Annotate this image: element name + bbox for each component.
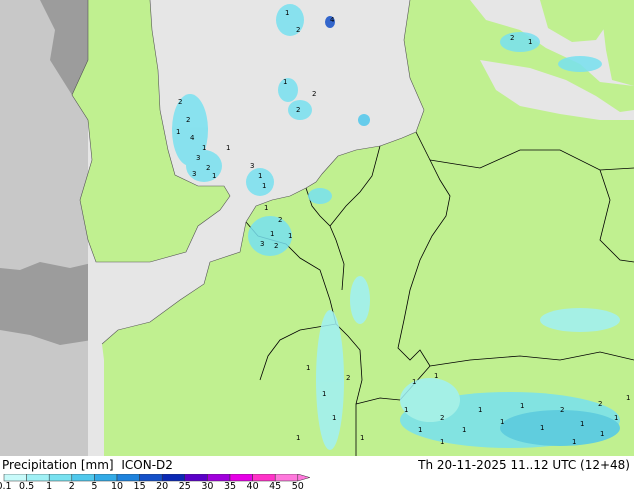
legend-overflow-arrow xyxy=(297,474,311,482)
legend-tick-label: 25 xyxy=(179,481,191,490)
precip-value-label: 1 xyxy=(462,426,466,434)
precip-value-label: 1 xyxy=(285,9,289,17)
precip-value-label: 3 xyxy=(250,162,254,170)
precip-value-label: 3 xyxy=(196,154,200,162)
precip-value-label: 1 xyxy=(600,430,604,438)
precip-value-label: 2 xyxy=(346,374,350,382)
legend-swatch xyxy=(184,474,208,482)
precip-value-label: 1 xyxy=(520,402,524,410)
legend-tick-label: 35 xyxy=(224,481,236,490)
precip-value-label: 2 xyxy=(440,414,444,422)
precip-value-label: 1 xyxy=(626,394,630,402)
legend-tick-label: 0.1 xyxy=(0,481,12,490)
precip-value-label: 2 xyxy=(186,116,190,124)
precip-value-label: 1 xyxy=(572,438,576,446)
legend-tick-label: 50 xyxy=(292,481,304,490)
legend-swatch xyxy=(207,474,231,482)
precip-value-label: 1 xyxy=(202,144,206,152)
legend-swatch xyxy=(3,474,27,482)
precip-value-label: 4 xyxy=(190,134,195,142)
color-legend: 0.10.5125101520253035404550 xyxy=(0,474,311,490)
bottom-info-bar: Precipitation [mm] ICON-D2 Th 20-11-2025… xyxy=(0,456,634,490)
precip-value-label: 3 xyxy=(192,170,196,178)
legend-tick-label: 10 xyxy=(111,481,123,490)
precip-value-label: 2 xyxy=(560,406,564,414)
precip-value-label: 1 xyxy=(412,378,416,386)
legend-swatch xyxy=(252,474,276,482)
legend-tick-label: 40 xyxy=(247,481,259,490)
legend-tick-label: 5 xyxy=(91,481,97,490)
legend-swatch xyxy=(94,474,118,482)
legend-tick-label: 15 xyxy=(134,481,146,490)
precip-value-label: 1 xyxy=(262,182,266,190)
precip-value-label: 2 xyxy=(296,106,300,114)
precip-value-label: 1 xyxy=(264,204,268,212)
precip-value-label: 1 xyxy=(258,172,262,180)
precip-value-label: 3 xyxy=(260,240,264,248)
precip-value-label: 1 xyxy=(212,172,216,180)
legend-tick-label: 0.5 xyxy=(19,481,34,490)
precip-value-label: 1 xyxy=(296,434,300,442)
precip-value-label: 1 xyxy=(226,144,230,152)
legend-tick-label: 45 xyxy=(269,481,281,490)
precip-value-label: 1 xyxy=(434,372,438,380)
precip-value-label: 2 xyxy=(598,400,602,408)
precip-value-label: 1 xyxy=(322,390,326,398)
precip-value-label: 1 xyxy=(418,426,422,434)
precip-value-label: 1 xyxy=(580,420,584,428)
legend-swatch xyxy=(116,474,140,482)
model-name: ICON-D2 xyxy=(121,458,173,472)
product-title: Precipitation [mm] ICON-D2 xyxy=(2,458,173,472)
precip-value-label: 2 xyxy=(296,26,300,34)
precip-value-label: 4 xyxy=(330,16,335,24)
precip-value-label: 1 xyxy=(540,424,544,432)
legend-swatch xyxy=(139,474,163,482)
precip-value-label: 1 xyxy=(283,78,287,86)
legend-tick-label: 2 xyxy=(69,481,75,490)
precip-value-label: 1 xyxy=(332,414,336,422)
precip-value-label: 1 xyxy=(306,364,310,372)
precip-value-label: 2 xyxy=(178,98,182,106)
precip-value-label: 1 xyxy=(404,406,408,414)
precipitation-map: 124122141323 1311221121 13 22 11121121111121… xyxy=(0,0,634,456)
precip-value-label: 1 xyxy=(478,406,482,414)
legend-swatch xyxy=(71,474,95,482)
precip-value-label: 1 xyxy=(288,232,292,240)
precip-value-label: 2 xyxy=(274,242,278,250)
legend-tick-label: 1 xyxy=(46,481,52,490)
precip-value-label: 2 xyxy=(278,216,282,224)
precip-value-label: 1 xyxy=(500,418,504,426)
product-name: Precipitation [mm] xyxy=(2,458,114,472)
legend-swatch xyxy=(274,474,299,482)
precip-value-label: 2 xyxy=(510,34,514,42)
precip-value-label: 1 xyxy=(176,128,180,136)
precip-value-label: 1 xyxy=(614,414,618,422)
precip-value-label: 2 xyxy=(206,164,210,172)
legend-tick-label: 30 xyxy=(201,481,213,490)
legend-swatch xyxy=(229,474,253,482)
valid-time: Th 20-11-2025 11..12 UTC (12+48) xyxy=(418,458,630,472)
precip-value-label: 1 xyxy=(440,438,444,446)
precip-value-label: 1 xyxy=(360,434,364,442)
legend-swatch xyxy=(48,474,73,482)
legend-swatch xyxy=(161,474,186,482)
precip-value-label: 2 xyxy=(312,90,316,98)
precip-value-label: 1 xyxy=(528,38,532,46)
legend-tick-label: 20 xyxy=(156,481,168,490)
precip-value-label: 1 xyxy=(270,230,274,238)
legend-swatch xyxy=(26,474,50,482)
